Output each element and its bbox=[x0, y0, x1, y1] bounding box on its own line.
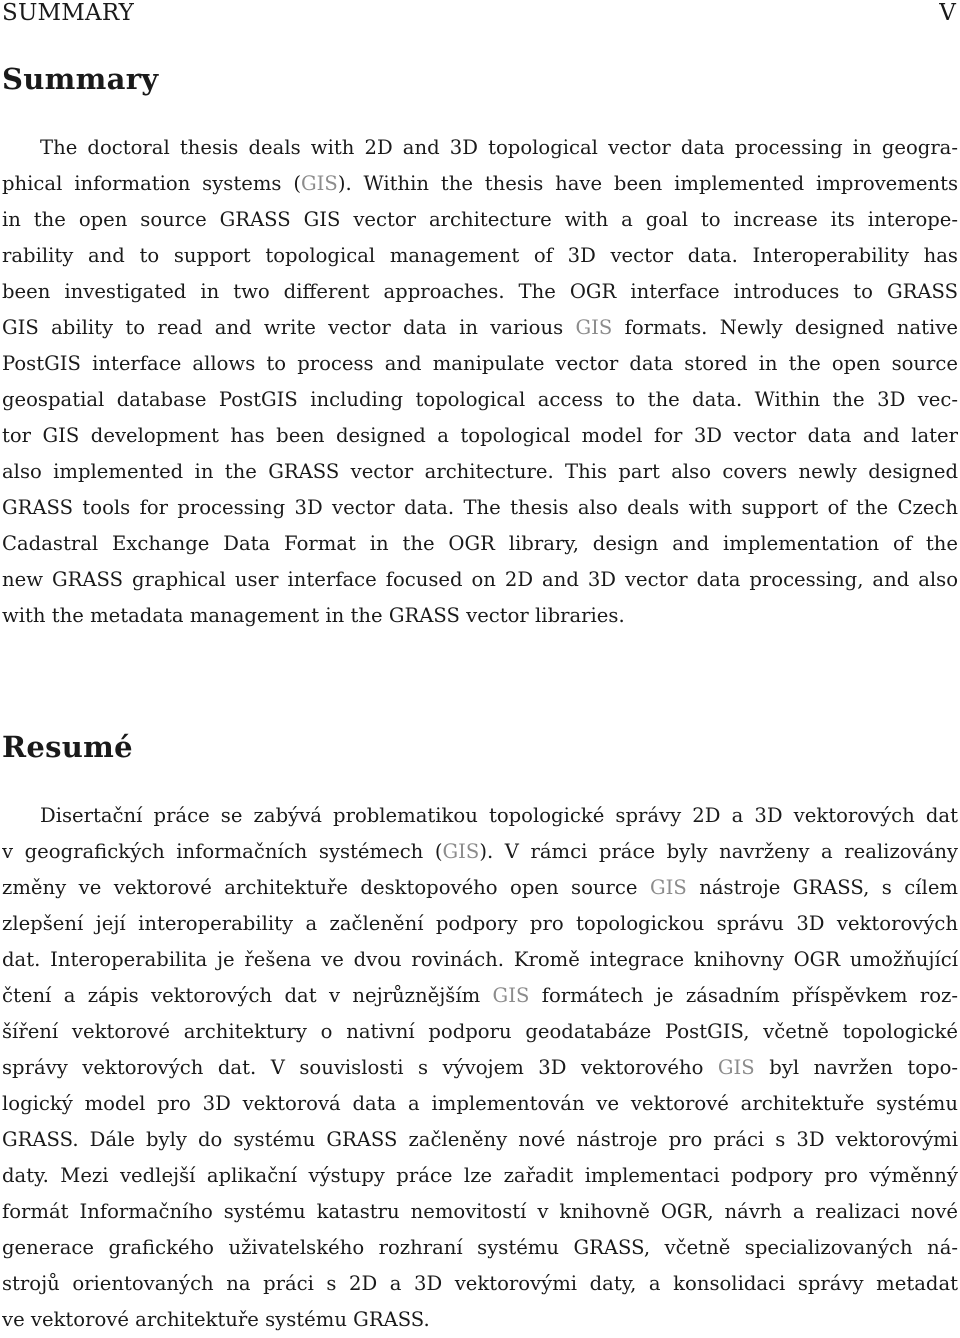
text-line: geospatial database PostGIS including to… bbox=[2, 382, 958, 418]
text-line: dat. Interoperabilita je řešena ve dvou … bbox=[2, 942, 958, 978]
text-run: dat. Interoperabilita je řešena ve dvou … bbox=[2, 948, 958, 971]
text-line: daty. Mezi vedlejší aplikační výstupy pr… bbox=[2, 1158, 958, 1194]
acronym-link[interactable]: GIS bbox=[650, 876, 687, 899]
text-line: GRASS tools for processing 3D vector dat… bbox=[2, 490, 958, 526]
text-run: správy vektorových dat. V souvislosti s … bbox=[2, 1056, 718, 1079]
text-run: ). Within the thesis have been implement… bbox=[337, 172, 958, 195]
text-run: rability and to support topological mana… bbox=[2, 244, 958, 267]
text-line: with the metadata management in the GRAS… bbox=[2, 598, 958, 634]
text-line: been investigated in two different appro… bbox=[2, 274, 958, 310]
text-run: nástroje GRASS, s cílem bbox=[686, 876, 958, 899]
text-run: GRASS. Dále byly do systému GRASS začlen… bbox=[2, 1128, 958, 1151]
text-run: formát Informačního systému katastru nem… bbox=[2, 1200, 958, 1223]
text-run: šíření vektorové architektury o nativní … bbox=[2, 1020, 958, 1043]
text-line: šíření vektorové architektury o nativní … bbox=[2, 1014, 958, 1050]
text-line: GIS ability to read and write vector dat… bbox=[2, 310, 958, 346]
text-run: změny ve vektorové architektuře desktopo… bbox=[2, 876, 650, 899]
text-line: new GRASS graphical user interface focus… bbox=[2, 562, 958, 598]
text-line: Cadastral Exchange Data Format in the OG… bbox=[2, 526, 958, 562]
text-line: in the open source GRASS GIS vector arch… bbox=[2, 202, 958, 238]
text-run: ). V rámci práce byly navrženy a realizo… bbox=[479, 840, 958, 863]
text-line: v geografických informačních systémech (… bbox=[2, 834, 958, 870]
running-header: SUMMARY V bbox=[0, 0, 960, 30]
text-run: also implemented in the GRASS vector arc… bbox=[2, 460, 958, 483]
summary-paragraph: The doctoral thesis deals with 2D and 3D… bbox=[2, 130, 958, 634]
text-run: with the metadata management in the GRAS… bbox=[2, 604, 625, 627]
text-line: ve vektorové architektuře systému GRASS. bbox=[2, 1302, 958, 1338]
text-run: strojů orientovaných na práci s 2D a 3D … bbox=[2, 1272, 958, 1295]
text-run: generace grafického uživatelského rozhra… bbox=[2, 1236, 958, 1259]
text-run: daty. Mezi vedlejší aplikační výstupy pr… bbox=[2, 1164, 958, 1187]
resume-heading: Resumé bbox=[2, 730, 133, 764]
text-run: Disertační práce se zabývá problematikou… bbox=[40, 804, 958, 827]
text-run: new GRASS graphical user interface focus… bbox=[2, 568, 958, 591]
text-run: GIS ability to read and write vector dat… bbox=[2, 316, 576, 339]
summary-heading: Summary bbox=[2, 62, 159, 96]
text-run: ve vektorové architektuře systému GRASS. bbox=[2, 1308, 430, 1331]
text-line: správy vektorových dat. V souvislosti s … bbox=[2, 1050, 958, 1086]
text-line: čtení a zápis vektorových dat v nejrůzně… bbox=[2, 978, 958, 1014]
text-run: logický model pro 3D vektorová data a im… bbox=[2, 1092, 958, 1115]
text-line: změny ve vektorové architektuře desktopo… bbox=[2, 870, 958, 906]
text-line: Disertační práce se zabývá problematikou… bbox=[2, 798, 958, 834]
text-line: formát Informačního systému katastru nem… bbox=[2, 1194, 958, 1230]
text-line: tor GIS development has been designed a … bbox=[2, 418, 958, 454]
text-line: logický model pro 3D vektorová data a im… bbox=[2, 1086, 958, 1122]
text-line: phical information systems (GIS). Within… bbox=[2, 166, 958, 202]
text-run: čtení a zápis vektorových dat v nejrůzně… bbox=[2, 984, 493, 1007]
text-run: byl navržen topo- bbox=[754, 1056, 958, 1079]
acronym-link[interactable]: GIS bbox=[301, 172, 338, 195]
text-run: phical information systems ( bbox=[2, 172, 301, 195]
text-run: geospatial database PostGIS including to… bbox=[2, 388, 958, 411]
text-run: been investigated in two different appro… bbox=[2, 280, 958, 303]
acronym-link[interactable]: GIS bbox=[493, 984, 530, 1007]
text-run: formátech je zásadním příspěvkem roz- bbox=[529, 984, 958, 1007]
text-line: GRASS. Dále byly do systému GRASS začlen… bbox=[2, 1122, 958, 1158]
text-line: rability and to support topological mana… bbox=[2, 238, 958, 274]
running-head-section: SUMMARY bbox=[2, 0, 135, 26]
resume-paragraph: Disertační práce se zabývá problematikou… bbox=[2, 798, 958, 1338]
text-run: v geografických informačních systémech ( bbox=[2, 840, 443, 863]
text-run: Cadastral Exchange Data Format in the OG… bbox=[2, 532, 958, 555]
text-line: generace grafického uživatelského rozhra… bbox=[2, 1230, 958, 1266]
acronym-link[interactable]: GIS bbox=[718, 1056, 755, 1079]
text-line: zlepšení její interoperability a začleně… bbox=[2, 906, 958, 942]
text-line: The doctoral thesis deals with 2D and 3D… bbox=[2, 130, 958, 166]
text-run: zlepšení její interoperability a začleně… bbox=[2, 912, 958, 935]
text-line: also implemented in the GRASS vector arc… bbox=[2, 454, 958, 490]
acronym-link[interactable]: GIS bbox=[575, 316, 612, 339]
page-number: V bbox=[939, 0, 956, 26]
text-run: in the open source GRASS GIS vector arch… bbox=[2, 208, 958, 231]
text-run: PostGIS interface allows to process and … bbox=[2, 352, 958, 375]
text-run: The doctoral thesis deals with 2D and 3D… bbox=[40, 136, 958, 159]
text-run: formats. Newly designed native bbox=[612, 316, 958, 339]
text-line: PostGIS interface allows to process and … bbox=[2, 346, 958, 382]
text-run: GRASS tools for processing 3D vector dat… bbox=[2, 496, 958, 519]
text-line: strojů orientovaných na práci s 2D a 3D … bbox=[2, 1266, 958, 1302]
acronym-link[interactable]: GIS bbox=[443, 840, 480, 863]
text-run: tor GIS development has been designed a … bbox=[2, 424, 958, 447]
